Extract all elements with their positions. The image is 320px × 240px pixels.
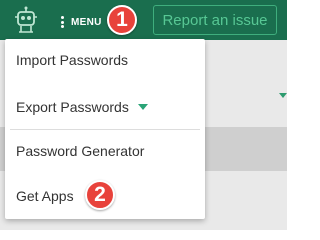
menu-label: MENU (71, 16, 102, 28)
report-issue-button[interactable]: Report an issue (153, 5, 277, 35)
password-generator-label: Password Generator (16, 143, 145, 159)
callout-badge-1: 1 (107, 5, 137, 35)
kebab-menu-icon (61, 16, 65, 28)
menu-button[interactable]: MENU (61, 10, 102, 34)
robot-logo-icon[interactable] (13, 6, 39, 34)
import-passwords-label: Import Passwords (16, 52, 129, 68)
get-apps-item[interactable]: Get Apps (16, 188, 74, 204)
get-apps-label: Get Apps (16, 188, 74, 204)
caret-down-icon (137, 104, 148, 110)
menu-divider (10, 129, 200, 130)
top-header: MENU Report an issue (0, 0, 287, 40)
password-generator-item[interactable]: Password Generator (16, 143, 144, 159)
export-passwords-item[interactable]: Export Passwords (16, 99, 148, 115)
import-passwords-item[interactable]: Import Passwords (16, 52, 128, 68)
app-window: MENU Report an issue Import Passwords Ex… (0, 0, 287, 230)
background-caret-icon (279, 93, 287, 98)
export-passwords-label: Export Passwords (16, 99, 129, 115)
callout-badge-2: 2 (85, 180, 115, 210)
